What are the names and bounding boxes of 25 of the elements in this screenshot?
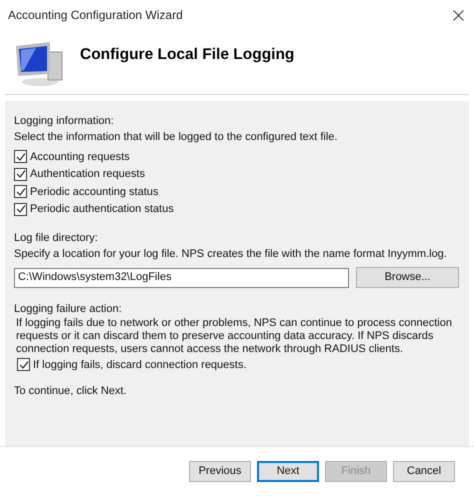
checkbox-label: Periodic accounting status xyxy=(30,184,158,200)
section-heading: Logging failure action: xyxy=(14,302,123,317)
directory-field[interactable]: C:\Windows\system32\LogFiles xyxy=(14,268,349,288)
close-icon[interactable] xyxy=(453,10,464,20)
checkbox[interactable] xyxy=(14,185,27,198)
instruction-text: To continue, click Next. xyxy=(14,384,128,398)
checkbox-label: Accounting requests xyxy=(30,150,130,164)
checkbox[interactable] xyxy=(14,202,27,216)
window-title: Accounting Configuration Wizard xyxy=(8,7,183,24)
checkbox-label: Authentication requests xyxy=(30,167,145,182)
checkbox[interactable] xyxy=(17,358,30,372)
wizard-button[interactable]: Cancel xyxy=(393,461,455,482)
checkbox-label: Periodic authentication status xyxy=(30,202,174,217)
checkbox-label: If logging fails, discard connection requests. xyxy=(33,358,246,372)
browse-button[interactable]: Browse... xyxy=(356,267,459,288)
section-description: Specify a location for your log file. NPS creates the file with the name format Inyymm.log. xyxy=(14,247,448,262)
wizard-button[interactable]: Next xyxy=(257,461,319,482)
section-heading: Logging information: xyxy=(14,114,115,129)
page-title: Configure Local File Logging xyxy=(80,45,294,65)
section-description: Select the information that will be logged to the configured text file. xyxy=(14,130,338,145)
section-heading: Log file directory: xyxy=(14,231,99,246)
wizard-button[interactable]: Previous xyxy=(189,461,251,482)
checkbox[interactable] xyxy=(14,150,27,164)
checkbox[interactable] xyxy=(14,168,27,181)
section-description: If logging fails due to network or other problems, NPS can continue to process connection requests or it can discard them to preserve accounting data accuracy. If NPS discards connection requests, users cannot access the network through RADIUS clients. xyxy=(15,317,453,356)
